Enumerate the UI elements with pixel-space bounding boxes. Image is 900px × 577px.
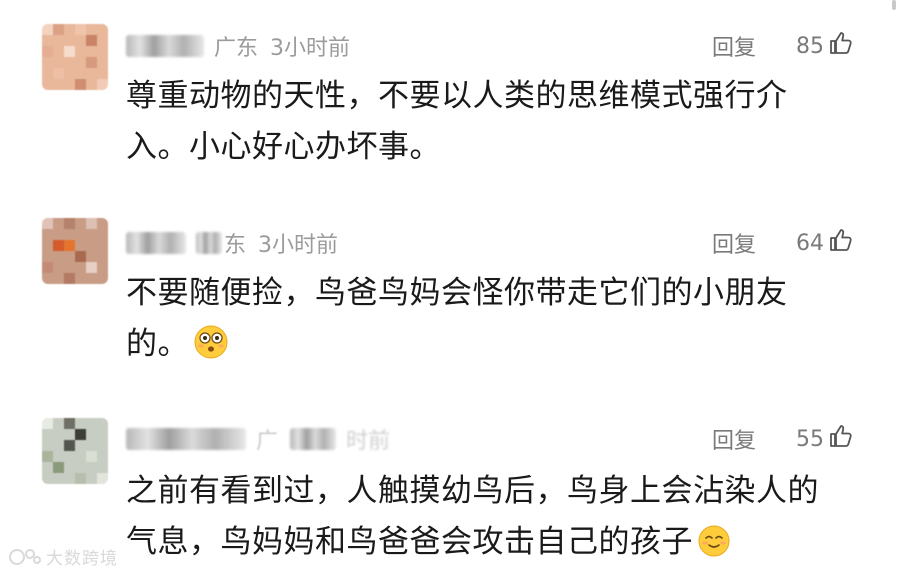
watermark: 大数跨境 xyxy=(8,544,118,569)
thumbs-up-icon xyxy=(828,227,854,259)
username-masked[interactable] xyxy=(196,232,222,254)
like-button[interactable]: 55 xyxy=(796,423,854,455)
comment-actions: 回复 85 xyxy=(712,31,854,61)
like-button[interactable]: 85 xyxy=(796,30,854,62)
comment-text: 不要随便捡，鸟爸鸟妈会怪你带走它们的小朋友的。 xyxy=(126,268,826,376)
thumbs-up-icon xyxy=(828,423,854,455)
comment-time: 时前 xyxy=(346,429,391,454)
comment-text: 尊重动物的天性，不要以人类的思维模式强行介入。小心好心办坏事。 xyxy=(126,78,788,165)
like-count: 55 xyxy=(796,426,824,452)
username-masked[interactable] xyxy=(126,35,204,57)
avatar[interactable] xyxy=(42,218,108,284)
comment-text: 之前有看到过，人触摸幼鸟后，鸟身上会沾染人的气息，鸟妈妈和鸟爸爸会攻击自己的孩子 xyxy=(126,466,826,574)
username-masked[interactable] xyxy=(290,428,337,450)
comment-time: 3小时前 xyxy=(270,36,351,61)
comment-meta: 广 时前 xyxy=(126,424,390,454)
reply-button[interactable]: 回复 xyxy=(712,30,756,62)
username-masked[interactable] xyxy=(126,428,246,450)
comment-feed: 广东 3小时前 回复 85 尊重动物的天性，不要以人类的思维模式强行介入。小心好… xyxy=(0,0,900,577)
flushed-face-icon xyxy=(193,324,229,376)
like-count: 64 xyxy=(796,230,824,256)
reply-button[interactable]: 回复 xyxy=(712,423,756,455)
avatar[interactable] xyxy=(42,24,108,90)
watermark-text: 大数跨境 xyxy=(46,549,118,569)
avatar[interactable] xyxy=(42,418,108,484)
reply-button[interactable]: 回复 xyxy=(712,227,756,259)
comment-time: 3小时前 xyxy=(258,233,339,258)
like-button[interactable]: 64 xyxy=(796,227,854,259)
comment-actions: 回复 55 xyxy=(712,424,854,454)
comment-meta: 东 3小时前 xyxy=(126,228,338,258)
thumbs-up-icon xyxy=(828,30,854,62)
comment-region: 东 xyxy=(224,233,247,258)
smiling-face-icon xyxy=(697,523,731,574)
watermark-logo-icon xyxy=(9,548,41,565)
comment-meta: 广东 3小时前 xyxy=(126,31,350,61)
comment-region: 广东 xyxy=(214,36,259,61)
username-masked[interactable] xyxy=(126,232,186,254)
comment-actions: 回复 64 xyxy=(712,228,854,258)
like-count: 85 xyxy=(796,33,824,59)
scroll-indicator[interactable] xyxy=(892,0,896,10)
comment-region: 广 xyxy=(256,429,279,454)
